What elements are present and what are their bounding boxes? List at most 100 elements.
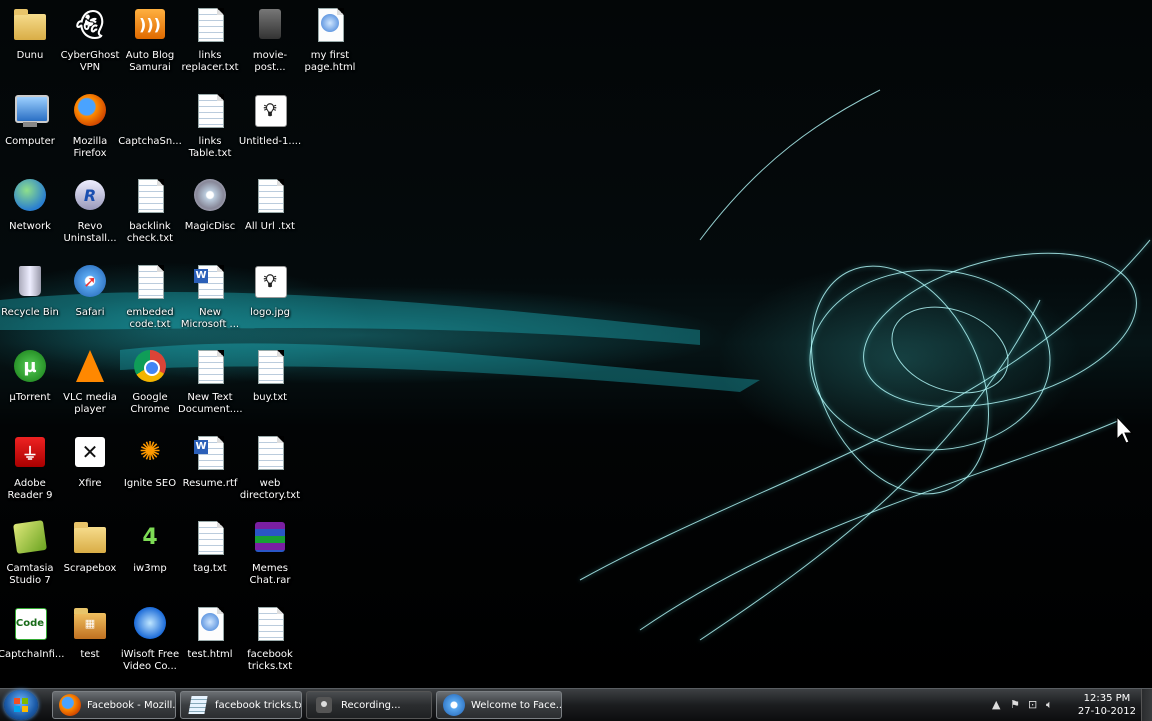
desktop-icon-backlink-check-txt[interactable]: backlink check.txt xyxy=(120,171,180,255)
desktop-icon-ignite-seo[interactable]: ✺ Ignite SEO xyxy=(120,428,180,512)
desktop[interactable]: Dunu 👻︎ CyberGhost VPN))) Auto Blog Samurai… xyxy=(0,0,1152,688)
desktop-icon-label: CyberGhost VPN xyxy=(60,50,120,73)
desktop-icon-logo-jpg[interactable]: 💡︎ logo.jpg xyxy=(240,257,300,341)
desktop-icon-label: Revo Uninstall... xyxy=(63,221,117,244)
code-icon: Code xyxy=(10,605,50,645)
desktop-icon-label: Recycle Bin xyxy=(1,307,59,318)
text-file-icon xyxy=(190,348,230,388)
text-file-icon xyxy=(250,348,290,388)
desktop-icon-test[interactable]: ▦ test xyxy=(60,599,120,683)
safari-icon: ➚ xyxy=(70,263,110,303)
desktop-icon-movie-post[interactable]: movie-post... xyxy=(240,0,300,84)
clock-date: 27-10-2012 xyxy=(1077,706,1136,717)
text-file-icon xyxy=(250,434,290,474)
clock-time: 12:35 PM xyxy=(1083,693,1131,704)
desktop-icon-label: All Url .txt xyxy=(245,221,295,232)
taskbar-button-1[interactable]: Facebook - Mozill... xyxy=(52,691,176,719)
ignite-seo-icon: ✺ xyxy=(139,437,161,467)
desktop-icon-links-table-txt[interactable]: links Table.txt xyxy=(180,86,240,170)
utorrent-icon: µ xyxy=(10,348,50,388)
desktop-icon-recycle-bin[interactable]: Recycle Bin xyxy=(0,257,60,341)
desktop-icon-new-microsoft[interactable]: W New Microsoft ... xyxy=(180,257,240,341)
winrar-icon xyxy=(250,519,290,559)
action-center-flag-icon[interactable]: ⚑ xyxy=(1010,698,1020,711)
desktop-icon-label: Computer xyxy=(5,136,55,147)
desktop-icon-my-first-page-html[interactable]: my first page.html xyxy=(300,0,360,84)
vlc-icon xyxy=(70,348,110,388)
desktop-icon-label: µTorrent xyxy=(9,392,51,403)
desktop-icon-label: my first page.html xyxy=(304,50,356,73)
desktop-icon-facebook-tricks-txt[interactable]: facebook tricks.txt xyxy=(240,599,300,683)
recycle-bin-icon xyxy=(10,263,50,303)
desktop-icon-memes-chat-rar[interactable]: Memes Chat.rar xyxy=(240,513,300,597)
html-file-icon xyxy=(190,605,230,645)
desktop-icon-vlc-media-player[interactable]: VLC media player xyxy=(60,342,120,426)
desktop-icon-computer[interactable]: Computer xyxy=(0,86,60,170)
taskbar-button-4[interactable]: Welcome to Face... xyxy=(436,691,562,719)
desktop-icon-label: embeded code.txt xyxy=(126,307,174,330)
desktop-icon-mozilla-firefox[interactable]: Mozilla Firefox xyxy=(60,86,120,170)
desktop-icon-label: tag.txt xyxy=(193,563,227,574)
desktop-icon-iw3mp[interactable]: 4 iw3mp xyxy=(120,513,180,597)
safari-icon xyxy=(443,694,465,716)
taskbar-button-2[interactable]: facebook tricks.tx... xyxy=(180,691,302,719)
desktop-icon-captchainfi[interactable]: Code CaptchaInfi... xyxy=(0,599,64,683)
desktop-icon-google-chrome[interactable]: Google Chrome xyxy=(120,342,180,426)
desktop-icon-new-text-document[interactable]: New Text Document.... xyxy=(178,342,243,426)
desktop-icon-label: iw3mp xyxy=(133,563,167,574)
desktop-icon-buy-txt[interactable]: buy.txt xyxy=(240,342,300,426)
desktop-icon-revo-uninstall[interactable]: R Revo Uninstall... xyxy=(60,171,120,255)
bulb-image-icon: 💡︎ xyxy=(250,92,290,132)
desktop-icon-auto-blog-samurai[interactable]: ))) Auto Blog Samurai xyxy=(120,0,180,84)
desktop-icon-label: Ignite SEO xyxy=(123,478,177,489)
desktop-icon-label: links Table.txt xyxy=(188,136,232,159)
text-file-icon xyxy=(130,177,170,217)
desktop-icon-torrent[interactable]: µ µTorrent xyxy=(0,342,60,426)
taskbar-button-label: Welcome to Face... xyxy=(471,699,561,711)
text-file-icon xyxy=(250,605,290,645)
taskbar-button-3[interactable]: Recording... xyxy=(306,691,432,719)
desktop-icon-captchasn[interactable]: CaptchaSn... xyxy=(118,86,182,170)
desktop-icon-cyberghost-vpn[interactable]: 👻︎ CyberGhost VPN xyxy=(60,0,120,84)
desktop-icon-tag-txt[interactable]: tag.txt xyxy=(180,513,240,597)
taskbar-button-label: Recording... xyxy=(341,699,401,711)
desktop-icon-scrapebox[interactable]: Scrapebox xyxy=(60,513,120,597)
desktop-icon-xfire[interactable]: ✕ Xfire xyxy=(60,428,120,512)
word-doc-icon: W xyxy=(190,434,230,474)
revo-icon: R xyxy=(70,177,110,217)
desktop-icon-resume-rtf[interactable]: W Resume.rtf xyxy=(180,428,240,512)
desktop-icon-label: Untitled-1.... xyxy=(238,136,302,147)
desktop-icon-adobe-reader-9[interactable]: ⏚ Adobe Reader 9 xyxy=(0,428,60,512)
firefox-icon xyxy=(59,694,81,716)
desktop-icon-iwisoft-free-video-co[interactable]: iWisoft Free Video Co... xyxy=(120,599,180,683)
desktop-icon-untitled-1[interactable]: 💡︎ Untitled-1.... xyxy=(238,86,302,170)
mouse-cursor-icon xyxy=(1116,416,1134,444)
desktop-icon-safari[interactable]: ➚ Safari xyxy=(60,257,120,341)
desktop-icon-label: Xfire xyxy=(78,478,102,489)
desktop-icon-links-replacer-txt[interactable]: links replacer.txt xyxy=(180,0,240,84)
show-hidden-icons-icon[interactable]: ▲ xyxy=(992,698,1000,711)
desktop-icon-test-html[interactable]: test.html xyxy=(180,599,240,683)
desktop-icon-network[interactable]: Network xyxy=(0,171,60,255)
desktop-icon-label: Network xyxy=(9,221,51,232)
desktop-icon-label: VLC media player xyxy=(63,392,117,415)
start-button[interactable] xyxy=(4,690,38,720)
clock[interactable]: 12:35 PM 27-10-2012 xyxy=(1078,692,1136,718)
show-desktop-button[interactable] xyxy=(1141,689,1152,721)
network-tray-icon[interactable]: ⊡ xyxy=(1028,698,1037,711)
folder-icon xyxy=(70,519,110,559)
desktop-icon-all-url-txt[interactable]: All Url .txt xyxy=(240,171,300,255)
volume-icon[interactable]: 🔈︎ xyxy=(1046,698,1053,712)
firefox-icon xyxy=(70,92,110,132)
desktop-icon-camtasia-studio-7[interactable]: Camtasia Studio 7 xyxy=(0,513,60,597)
desktop-icon-dunu[interactable]: Dunu xyxy=(0,0,60,84)
desktop-icon-embeded-code-txt[interactable]: embeded code.txt xyxy=(120,257,180,341)
bulb-image-icon: 💡︎ xyxy=(250,263,290,303)
image-file-icon xyxy=(250,6,290,46)
desktop-icon-label: links replacer.txt xyxy=(181,50,239,73)
desktop-icon-magicdisc[interactable]: MagicDisc xyxy=(180,171,240,255)
camtasia-recorder-icon xyxy=(313,694,335,716)
desktop-icon-label: CaptchaSn... xyxy=(118,136,182,147)
desktop-icon-web-directory-txt[interactable]: web directory.txt xyxy=(240,428,300,512)
desktop-icon-label: backlink check.txt xyxy=(126,221,174,244)
